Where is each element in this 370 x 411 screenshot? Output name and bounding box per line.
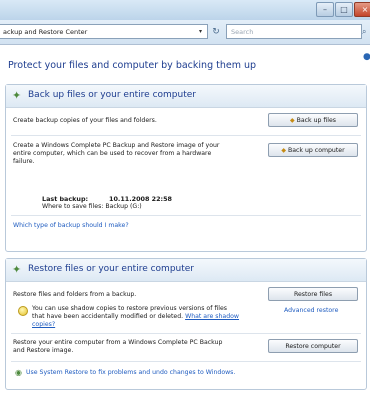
restore-icon: ✦ [12,263,22,276]
divider [11,333,361,334]
minimize-icon: – [323,5,327,14]
shadow-copies-link-continued[interactable]: copies? [32,321,239,329]
restore-computer-desc-line: Restore your entire computer from a Wind… [13,339,223,346]
restore-section-header: ✦ Restore files or your entire computer [6,259,366,282]
close-button[interactable]: × [354,2,370,17]
backup-computer-desc-line: Create a Windows Complete PC Backup and … [13,142,220,149]
backup-computer-desc-line: failure. [13,158,35,165]
minimize-button[interactable]: – [316,2,334,17]
advanced-restore-link[interactable]: Advanced restore [284,307,338,314]
restore-computer-button[interactable]: Restore computer [268,339,358,353]
backup-icon: ✦ [12,89,22,102]
address-bar-row: ackup and Restore Center ▾ ↻ Search ⌕ [0,20,370,45]
back-up-computer-button[interactable]: ◆ Back up computer [268,143,358,157]
window: – □ × ackup and Restore Center ▾ ↻ Searc… [0,0,370,411]
backup-computer-description: Create a Windows Complete PC Backup and … [13,142,219,166]
backup-section-title: Back up files or your entire computer [28,90,196,100]
shadow-tip-line: You can use shadow copies to restore pre… [32,305,228,312]
restore-files-button[interactable]: Restore files [268,287,358,301]
search-input[interactable]: Search [226,24,362,39]
lightbulb-icon [18,306,28,316]
backup-section: ✦ Back up files or your entire computer … [5,84,367,252]
restore-files-label: Restore files [293,290,333,298]
restore-section: ✦ Restore files or your entire computer … [5,258,367,390]
refresh-icon[interactable]: ↻ [208,24,224,39]
divider [11,215,361,216]
save-location: Where to save files: Backup (G:) [42,203,142,210]
restore-section-title: Restore files or your entire computer [28,264,195,274]
last-backup-label: Last backup: [42,195,89,203]
address-field[interactable]: ackup and Restore Center [0,24,208,39]
restore-computer-label: Restore computer [285,342,341,350]
last-backup-value: 10.11.2008 22:58 [109,195,172,203]
restore-files-description: Restore files and folders from a backup. [13,291,137,298]
restore-computer-description: Restore your entire computer from a Wind… [13,339,222,355]
shield-icon: ◆ [281,146,286,154]
shadow-tip-text: that have been accidentally modified or … [32,313,184,320]
shadow-copies-link[interactable]: What are shadow [185,313,239,320]
title-bar [0,0,370,20]
help-icon[interactable]: ● [363,52,370,62]
restore-computer-desc-line: and Restore image. [13,347,74,354]
close-icon: × [361,5,369,14]
page-title: Protect your files and computer by backi… [8,60,257,71]
system-restore-icon: ◉ [15,368,22,377]
search-icon[interactable]: ⌕ [362,24,370,39]
back-up-files-label: Back up files [296,116,337,124]
back-up-files-button[interactable]: ◆ Back up files [268,113,358,127]
backup-computer-desc-line: entire computer, which can be used to re… [13,150,212,157]
backup-files-description: Create backup copies of your files and f… [13,117,157,124]
divider [11,135,361,136]
backup-type-help-link[interactable]: Which type of backup should I make? [13,222,129,229]
maximize-button[interactable]: □ [335,2,353,17]
system-restore-link[interactable]: Use System Restore to fix problems and u… [26,369,235,376]
chevron-down-icon[interactable]: ▾ [194,24,207,39]
shadow-tip-line: that have been accidentally modified or … [32,313,239,321]
backup-section-header: ✦ Back up files or your entire computer [6,85,366,108]
divider [11,361,361,362]
maximize-icon: □ [340,5,348,14]
caption-buttons: – □ × [316,2,370,17]
shadow-copies-tip: You can use shadow copies to restore pre… [32,305,239,329]
shield-icon: ◆ [289,116,295,124]
back-up-computer-label: Back up computer [287,146,345,154]
